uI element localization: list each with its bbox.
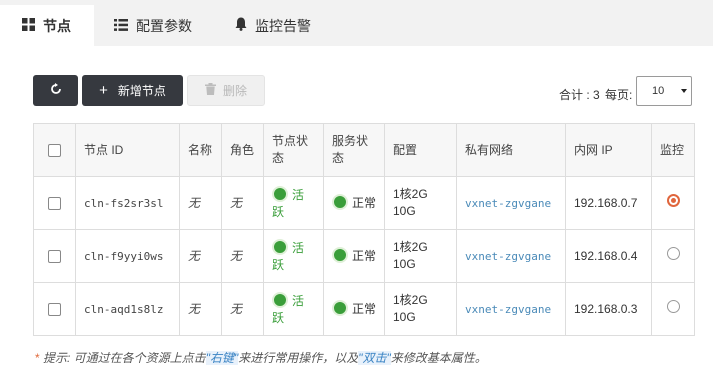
service-status-label: 正常 [352, 302, 377, 316]
node-id[interactable]: cln-aqd1s8lz [75, 282, 180, 336]
node-id[interactable]: cln-f9yyi0ws [75, 229, 180, 283]
row-checkbox[interactable] [48, 302, 61, 316]
grid-icon [22, 17, 35, 34]
monitor-radio[interactable] [666, 194, 680, 207]
tab-label: 监控告警 [255, 17, 311, 34]
delete-label: 删除 [222, 84, 247, 98]
tip-suffix: 来修改基本属性。 [390, 351, 487, 365]
nodes-table: 节点 ID 名称 角色 节点状态 服务状态 配置 私有网络 内网 IP 监控 c… [33, 123, 695, 336]
row-select-cell [33, 176, 76, 230]
refresh-icon [50, 83, 62, 98]
monitor-cell [651, 229, 695, 283]
service-status: 正常 [323, 176, 385, 230]
trash-icon [204, 83, 216, 98]
tip-prefix: 提示: 可通过在各个资源上点击 [43, 351, 206, 365]
header-role: 角色 [221, 123, 264, 177]
row-select-cell [33, 282, 76, 336]
private-network-link[interactable]: vxnet-zgvgane [456, 282, 566, 336]
tab-label: 配置参数 [136, 17, 192, 34]
monitor-radio[interactable] [666, 247, 680, 260]
select-all-cell [33, 123, 76, 177]
header-config: 配置 [384, 123, 457, 177]
status-normal-icon [332, 194, 348, 210]
status-normal-icon [332, 300, 348, 316]
node-status: 活跃 [263, 282, 324, 336]
tip-keyword-double-click: "双击" [358, 351, 391, 365]
header-node-status: 节点状态 [263, 123, 324, 177]
node-config: 1核2G 10G [384, 282, 457, 336]
table-header-row: 节点 ID 名称 角色 节点状态 服务状态 配置 私有网络 内网 IP 监控 [33, 123, 695, 177]
monitor-radio[interactable] [666, 300, 680, 313]
tab-label: 节点 [43, 17, 71, 34]
service-status-label: 正常 [352, 196, 377, 210]
tab-config-params[interactable]: 配置参数 [114, 5, 192, 46]
node-config: 1核2G 10G [384, 176, 457, 230]
header-node-id[interactable]: 节点 ID [75, 123, 180, 177]
node-name: 无 [179, 176, 222, 230]
node-role: 无 [221, 229, 264, 283]
select-all-checkbox[interactable] [48, 143, 61, 157]
node-name: 无 [179, 282, 222, 336]
private-network-link[interactable]: vxnet-zgvgane [456, 176, 566, 230]
row-select-cell [33, 229, 76, 283]
private-ip: 192.168.0.7 [565, 176, 652, 230]
node-name: 无 [179, 229, 222, 283]
page-size-select[interactable]: 10 [636, 76, 692, 106]
table-row[interactable]: cln-fs2sr3sl 无 无 活跃 正常 1核2G 10G vxnet-zg… [33, 176, 695, 230]
header-private-network: 私有网络 [456, 123, 566, 177]
service-status-label: 正常 [352, 249, 377, 263]
total-count: 合计 : 3 [559, 88, 600, 102]
status-active-icon [272, 291, 288, 308]
node-config: 1核2G 10G [384, 229, 457, 283]
tab-bar: 节点 配置参数 监控告警 [0, 0, 713, 46]
tip-text: * 提示: 可通过在各个资源上点击"右键"来进行常用操作，以及"双击"来修改基本… [35, 349, 487, 366]
status-active-icon [272, 185, 288, 202]
tab-monitoring-alerts[interactable]: 监控告警 [235, 5, 311, 46]
tip-middle: 来进行常用操作，以及 [238, 351, 359, 365]
header-service-status: 服务状态 [323, 123, 385, 177]
node-status: 活跃 [263, 229, 324, 283]
refresh-button[interactable] [33, 75, 78, 106]
row-checkbox[interactable] [48, 196, 61, 210]
tip-star: * [35, 351, 40, 365]
page-size-value: 10 [652, 85, 665, 97]
table-row[interactable]: cln-aqd1s8lz 无 无 活跃 正常 1核2G 10G vxnet-zg… [33, 282, 695, 336]
table-row[interactable]: cln-f9yyi0ws 无 无 活跃 正常 1核2G 10G vxnet-zg… [33, 229, 695, 283]
service-status: 正常 [323, 282, 385, 336]
node-id[interactable]: cln-fs2sr3sl [75, 176, 180, 230]
monitor-cell [651, 282, 695, 336]
status-active-icon [272, 238, 288, 255]
per-page-label: 每页: [605, 88, 633, 102]
private-ip: 192.168.0.4 [565, 229, 652, 283]
header-name: 名称 [179, 123, 222, 177]
row-checkbox[interactable] [48, 249, 61, 263]
header-monitor: 监控 [651, 123, 695, 177]
tip-keyword-right-click: "右键" [205, 351, 239, 365]
header-private-ip: 内网 IP [565, 123, 652, 177]
delete-button[interactable]: 删除 [187, 75, 265, 106]
private-ip: 192.168.0.3 [565, 282, 652, 336]
list-icon [114, 18, 128, 34]
monitor-cell [651, 176, 695, 230]
node-role: 无 [221, 176, 264, 230]
bell-icon [235, 17, 247, 34]
status-normal-icon [332, 247, 348, 263]
service-status: 正常 [323, 229, 385, 283]
node-role: 无 [221, 282, 264, 336]
private-network-link[interactable]: vxnet-zgvgane [456, 229, 566, 283]
tab-nodes[interactable]: 节点 [0, 5, 94, 46]
plus-icon: + [99, 82, 108, 99]
add-node-button[interactable]: + 新增节点 [82, 75, 183, 106]
chevron-down-icon [681, 89, 687, 93]
node-status: 活跃 [263, 176, 324, 230]
add-node-label: 新增节点 [117, 84, 166, 98]
